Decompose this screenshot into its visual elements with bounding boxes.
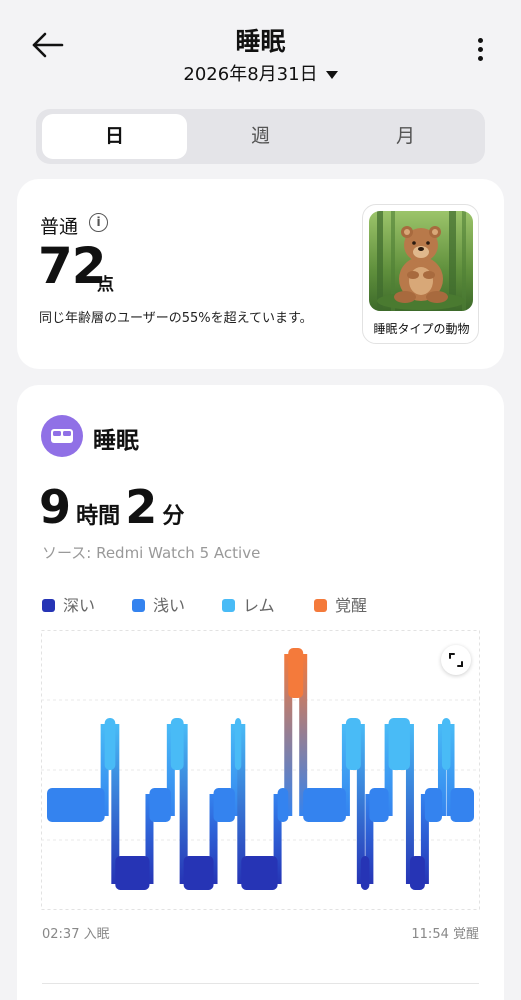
bed-icon (41, 415, 83, 457)
duration-minutes-unit: 分 (162, 504, 185, 529)
legend-label: 深い (63, 596, 96, 615)
stage-block-レム (104, 718, 116, 770)
stage-block-浅い (47, 788, 105, 822)
stage-block-レム (234, 718, 242, 770)
stage-block-浅い (424, 788, 442, 822)
sleep-score: 72 (38, 237, 107, 295)
info-icon[interactable]: i (89, 213, 108, 232)
tab-week[interactable]: 週 (188, 114, 333, 159)
legend-rem: レム (222, 592, 275, 616)
duration-hours: 9 (39, 480, 72, 534)
stage-block-深い (241, 856, 278, 890)
legend-swatch (314, 599, 327, 612)
legend-swatch (42, 599, 55, 612)
data-source: ソース: Redmi Watch 5 Active (42, 544, 261, 562)
legend-light: 浅い (132, 592, 185, 616)
date-label: 2026年8月31日 (183, 64, 318, 85)
sleep-stage-chart[interactable] (41, 630, 480, 910)
stage-block-浅い (149, 788, 171, 822)
sleep-section-title: 睡眠 (93, 428, 139, 454)
animal-label: 睡眠タイプの動物 (373, 322, 470, 336)
tab-month[interactable]: 月 (333, 114, 478, 159)
period-tabs: 日 週 月 (36, 109, 485, 164)
sleep-animal-card[interactable]: 睡眠タイプの動物 (362, 204, 479, 344)
legend-swatch (132, 599, 145, 612)
legend-deep: 深い (42, 592, 95, 616)
stage-block-レム (170, 718, 184, 770)
top-bar: 睡眠 2026年8月31日 (0, 0, 521, 100)
stage-block-レム (388, 718, 410, 770)
stage-block-浅い (303, 788, 346, 822)
stage-block-深い (360, 856, 370, 890)
stage-block-深い (115, 856, 150, 890)
sleep-duration: 9 時間 2 分 (39, 480, 185, 534)
stage-block-レム (441, 718, 451, 770)
sleep-score-card[interactable]: 普通 i 72 点 同じ年齢層のユーザーの55%を超えています。 睡眠タイプの動… (17, 179, 504, 369)
divider (42, 983, 479, 984)
caret-down-icon (325, 71, 338, 79)
tab-day[interactable]: 日 (42, 114, 187, 159)
legend-awake: 覚醒 (314, 592, 367, 616)
stage-block-浅い (213, 788, 235, 822)
page-title: 睡眠 (235, 27, 286, 56)
stage-block-浅い (450, 788, 474, 822)
stage-block-覚醒 (288, 648, 304, 698)
stage-block-深い (183, 856, 214, 890)
legend-label: 覚醒 (335, 596, 368, 615)
duration-hours-unit: 時間 (76, 504, 121, 529)
sleep-detail-card: 睡眠 9 時間 2 分 ソース: Redmi Watch 5 Active 深い… (17, 385, 504, 1000)
more-options-icon[interactable] (468, 38, 492, 66)
stage-block-浅い (277, 788, 289, 822)
sleep-start-time: 02:37 入眠 (42, 927, 110, 942)
legend-label: レム (243, 596, 275, 615)
legend-label: 浅い (153, 596, 186, 615)
stage-block-レム (345, 718, 361, 770)
stage-block-浅い (369, 788, 389, 822)
legend-swatch (222, 599, 235, 612)
expand-icon[interactable] (441, 645, 471, 675)
stage-block-深い (409, 856, 425, 890)
wake-end-time: 11:54 覚醒 (411, 927, 479, 942)
date-selector[interactable]: 2026年8月31日 (0, 60, 521, 86)
score-status: 普通 (40, 216, 79, 238)
bear-image (369, 211, 473, 311)
score-comparison: 同じ年齢層のユーザーの55%を超えています。 (39, 311, 313, 326)
score-unit: 点 (97, 275, 114, 295)
duration-minutes: 2 (125, 480, 158, 534)
